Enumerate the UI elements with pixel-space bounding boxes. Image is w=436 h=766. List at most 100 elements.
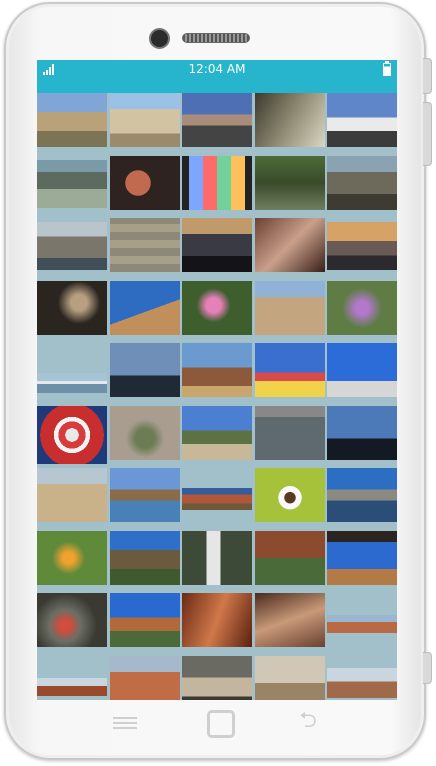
grid-cell bbox=[182, 218, 252, 281]
grid-cell bbox=[109, 530, 180, 594]
grid-cell bbox=[37, 530, 107, 594]
grid-cell bbox=[182, 593, 252, 656]
photo-thumbnail-river-bridge[interactable] bbox=[109, 468, 180, 522]
menu-icon[interactable] bbox=[110, 714, 140, 730]
grid-cell bbox=[109, 93, 180, 156]
status-time: 12:04 AM bbox=[188, 62, 246, 76]
photo-thumbnail-ceiling-interior[interactable] bbox=[254, 218, 325, 272]
photo-thumbnail-agave-rocks[interactable] bbox=[109, 405, 180, 460]
photo-thumbnail-canyon-stream[interactable] bbox=[254, 530, 325, 585]
photo-thumbnail-white-house[interactable] bbox=[327, 93, 397, 147]
photo-thumbnail-rocky-hillside[interactable] bbox=[327, 155, 397, 210]
photo-thumbnail-cow-field[interactable] bbox=[37, 468, 107, 522]
grid-cell bbox=[327, 155, 397, 219]
photo-thumbnail-purple-flowers[interactable] bbox=[327, 280, 397, 335]
photo-grid bbox=[37, 93, 397, 700]
action-bar bbox=[37, 79, 397, 93]
grid-cell bbox=[182, 405, 252, 469]
grid-cell bbox=[182, 530, 252, 594]
photo-thumbnail-red-mesa-panorama[interactable] bbox=[327, 615, 397, 633]
photo-thumbnail-yellow-flowers[interactable] bbox=[37, 530, 107, 585]
grid-cell bbox=[254, 218, 325, 281]
screen: 12:04 AM bbox=[37, 60, 397, 700]
grid-cell bbox=[254, 593, 325, 656]
photo-thumbnail-target-sign[interactable] bbox=[37, 405, 107, 464]
photo-thumbnail-city-buildings[interactable] bbox=[254, 280, 325, 335]
photo-thumbnail-harbor[interactable] bbox=[37, 373, 107, 393]
grid-cell bbox=[254, 280, 325, 344]
signal-icon bbox=[43, 64, 55, 75]
grid-cell bbox=[254, 343, 325, 406]
grid-cell bbox=[254, 530, 325, 594]
grid-cell bbox=[37, 468, 107, 531]
grid-cell bbox=[109, 655, 180, 700]
grid-cell bbox=[37, 280, 107, 344]
grid-cell bbox=[109, 155, 180, 219]
grid-cell bbox=[109, 593, 180, 656]
photo-thumbnail-canal[interactable] bbox=[327, 468, 397, 522]
photo-thumbnail-cliff-dwelling[interactable] bbox=[182, 655, 252, 700]
photo-thumbnail-canyon-river[interactable] bbox=[254, 93, 325, 147]
photo-thumbnail-rock-formation[interactable] bbox=[109, 93, 180, 147]
photo-thumbnail-red-rock-slot[interactable] bbox=[182, 593, 252, 647]
photo-thumbnail-building-facade[interactable] bbox=[254, 405, 325, 460]
grid-cell bbox=[254, 468, 325, 531]
front-camera bbox=[149, 28, 170, 49]
photo-thumbnail-sunset-shore[interactable] bbox=[327, 222, 397, 270]
photo-thumbnail-desert-panorama[interactable] bbox=[327, 667, 397, 698]
photo-thumbnail-waterfall[interactable] bbox=[182, 530, 252, 585]
photo-thumbnail-ocean-sunset[interactable] bbox=[182, 218, 252, 272]
battery-icon bbox=[383, 61, 391, 76]
back-icon[interactable]: ⮌ bbox=[293, 710, 323, 732]
grid-cell bbox=[182, 655, 252, 700]
photo-thumbnail-car-seat[interactable] bbox=[109, 155, 180, 210]
photo-thumbnail-canyon-trees[interactable] bbox=[109, 530, 180, 585]
grid-cell bbox=[327, 93, 397, 156]
grid-cell bbox=[37, 656, 107, 701]
photo-thumbnail-lake-valley[interactable] bbox=[37, 159, 107, 208]
photo-thumbnail-dome-sky[interactable] bbox=[109, 280, 180, 335]
grid-cell bbox=[327, 656, 397, 701]
grid-cell bbox=[327, 343, 397, 406]
photo-thumbnail-cave-wall[interactable] bbox=[254, 593, 325, 647]
photo-thumbnail-pink-flowers[interactable] bbox=[182, 280, 252, 335]
photo-thumbnail-festival-tents[interactable] bbox=[254, 343, 325, 397]
photo-thumbnail-mountain-road[interactable] bbox=[182, 93, 252, 147]
photo-thumbnail-metal-sculpture[interactable] bbox=[182, 343, 252, 397]
photo-thumbnail-ruined-building[interactable] bbox=[254, 155, 325, 210]
photo-thumbnail-mesa-landscape[interactable] bbox=[109, 593, 180, 647]
grid-cell bbox=[254, 93, 325, 156]
photo-thumbnail-desert-scrub[interactable] bbox=[37, 93, 107, 147]
home-icon[interactable] bbox=[207, 710, 235, 738]
photo-thumbnail-stone-wall[interactable] bbox=[109, 218, 180, 272]
grid-cell bbox=[109, 218, 180, 281]
photo-thumbnail-colored-lights[interactable] bbox=[182, 155, 252, 210]
grid-cell bbox=[327, 218, 397, 281]
earpiece-speaker bbox=[182, 33, 250, 43]
photo-thumbnail-rock-arch[interactable] bbox=[327, 530, 397, 585]
grid-cell bbox=[327, 530, 397, 594]
grid-cell bbox=[327, 405, 397, 469]
photo-thumbnail-red-canyon[interactable] bbox=[109, 655, 180, 700]
grid-cell bbox=[327, 468, 397, 531]
photo-thumbnail-skyline-clouds[interactable] bbox=[109, 343, 180, 397]
grid-cell bbox=[327, 593, 397, 656]
photo-thumbnail-coastal-cliffs[interactable] bbox=[37, 222, 107, 270]
photo-thumbnail-dark-interior[interactable] bbox=[37, 280, 107, 335]
side-button[interactable] bbox=[423, 652, 432, 684]
photo-thumbnail-coffee-cup[interactable] bbox=[254, 468, 325, 522]
photo-thumbnail-red-rocks-panorama[interactable] bbox=[182, 488, 252, 510]
photo-thumbnail-cliff-ruins[interactable] bbox=[254, 655, 325, 700]
power-button[interactable] bbox=[423, 58, 432, 94]
grid-cell bbox=[37, 405, 107, 469]
photo-thumbnail-stones-flowers[interactable] bbox=[37, 593, 107, 647]
grid-cell bbox=[254, 405, 325, 469]
volume-button[interactable] bbox=[423, 102, 432, 166]
grid-cell bbox=[182, 155, 252, 219]
photo-thumbnail-ferris-wheel[interactable] bbox=[327, 343, 397, 397]
grid-cell bbox=[109, 405, 180, 469]
phone-frame: 12:04 AM ⮌ bbox=[4, 2, 432, 760]
photo-thumbnail-night-sky[interactable] bbox=[327, 405, 397, 460]
photo-thumbnail-panorama-red[interactable] bbox=[37, 677, 107, 696]
photo-thumbnail-desert-trees[interactable] bbox=[182, 405, 252, 460]
